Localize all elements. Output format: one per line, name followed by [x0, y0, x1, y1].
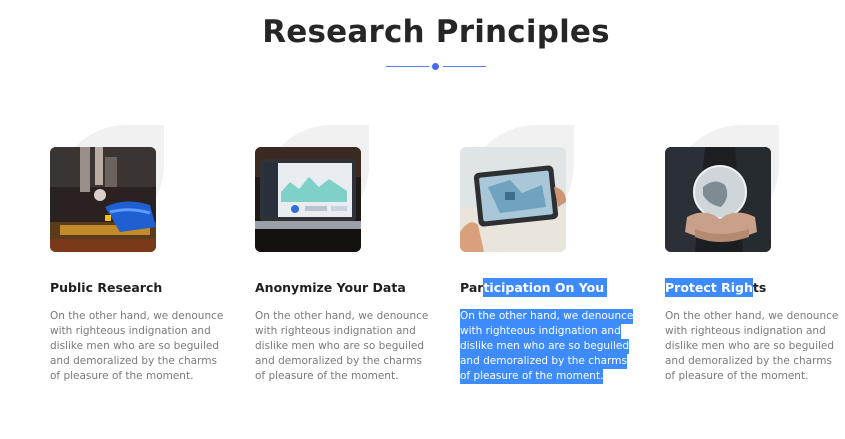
- card-text-line: and demoralized by the charms: [255, 355, 422, 367]
- divider-dot: [432, 63, 439, 70]
- card-description: On the other hand, we denounce with righ…: [255, 309, 429, 384]
- card-text-line: On the other hand, we denounce: [255, 310, 429, 322]
- card-title: Anonymize Your Data: [255, 280, 406, 295]
- card-title: Public Research: [50, 280, 163, 295]
- card-text-line: and demoralized by the charms: [50, 355, 217, 367]
- card-text-line: of pleasure of the moment.: [255, 370, 399, 382]
- card-title-selected-part: ticipation On You: [483, 278, 608, 297]
- card-text-line: with righteous indignation and: [50, 325, 211, 337]
- glass-globe-hands-image: [665, 147, 771, 252]
- card-text-line: On the other hand, we denounce: [665, 310, 839, 322]
- title-divider: [386, 62, 486, 71]
- page-title: Research Principles: [262, 14, 610, 50]
- tablet-map-image: [460, 147, 566, 252]
- card-text-line: dislike men who are so beguiled: [665, 340, 835, 352]
- card-text-line: On the other hand, we denounce: [460, 309, 634, 324]
- principle-card-protect-rights: Protect Rights On the other hand, we den…: [665, 125, 845, 415]
- card-text-line: with righteous indignation and: [665, 325, 826, 337]
- card-text-line: of pleasure of the moment.: [50, 370, 194, 382]
- principle-card-public-research: Public Research On the other hand, we de…: [50, 125, 250, 415]
- card-description-selected: On the other hand, we denounce with righ…: [460, 309, 634, 384]
- card-title-part: ts: [752, 280, 767, 295]
- card-text-line: of pleasure of the moment.: [665, 370, 809, 382]
- card-text-line: and demoralized by the charms: [460, 354, 627, 369]
- card-text-line: dislike men who are so beguiled: [255, 340, 425, 352]
- card-description: On the other hand, we denounce with righ…: [665, 309, 839, 384]
- card-text-line: dislike men who are so beguiled: [460, 339, 630, 354]
- lab-research-image: [50, 147, 156, 252]
- divider-line-left: [386, 66, 429, 67]
- card-text-line: On the other hand, we denounce: [50, 310, 224, 322]
- principle-card-participation: Participation On You On the other hand, …: [460, 125, 660, 415]
- laptop-dashboard-image: [255, 147, 361, 252]
- divider-line-right: [443, 66, 486, 67]
- principle-card-anonymize-data: Anonymize Your Data On the other hand, w…: [255, 125, 455, 415]
- card-text-line: dislike men who are so beguiled: [50, 340, 220, 352]
- card-text-line: of pleasure of the moment.: [460, 369, 604, 384]
- card-description: On the other hand, we denounce with righ…: [50, 309, 224, 384]
- card-title-part: Par: [460, 280, 484, 295]
- card-title: Protect Rights: [665, 278, 767, 297]
- card-text-line: and demoralized by the charms: [665, 355, 832, 367]
- card-title: Participation On You: [460, 278, 608, 297]
- card-text-line: with righteous indignation and: [460, 324, 621, 339]
- card-title-selected-part: Protect Righ: [665, 278, 753, 297]
- card-text-line: with righteous indignation and: [255, 325, 416, 337]
